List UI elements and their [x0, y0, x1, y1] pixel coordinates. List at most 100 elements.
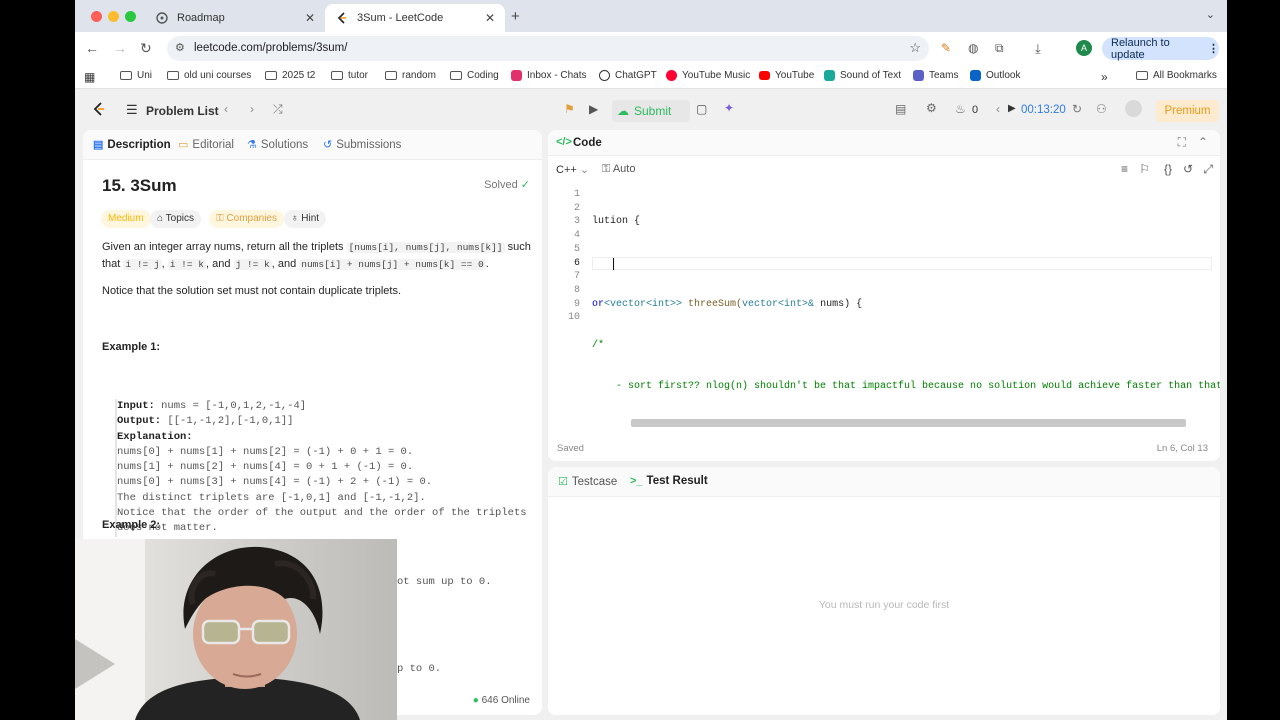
bookmark-coding[interactable]: Coding	[450, 70, 499, 81]
chevron-down-icon[interactable]: ⌄	[1206, 8, 1215, 21]
example-input: Input: nums = [-1,0,1,2,-1,-4]	[117, 399, 542, 414]
companies-chip[interactable]: ⚿ Companies	[209, 210, 284, 228]
site-info-icon[interactable]: ⚙	[175, 41, 185, 54]
premium-button[interactable]: Premium	[1156, 100, 1219, 122]
tab-editorial[interactable]: ▭ Editorial	[178, 138, 234, 152]
address-bar[interactable]: ⚙ leetcode.com/problems/3sum/ ☆	[167, 36, 929, 61]
list-icon[interactable]: ☰	[126, 102, 138, 118]
tab-submissions[interactable]: ↺ Submissions	[323, 138, 401, 152]
run-icon[interactable]: ▶	[589, 102, 598, 116]
braces-icon[interactable]: {}	[1164, 162, 1172, 176]
bookmark-outlook[interactable]: Outlook	[970, 70, 1020, 81]
bookmark-sound-of-text[interactable]: Sound of Text	[824, 70, 901, 81]
close-window-button[interactable]	[91, 11, 102, 22]
new-tab-icon[interactable]: +	[511, 8, 520, 25]
companies-label: Companies	[226, 213, 277, 224]
bookmark-youtube[interactable]: YouTube	[759, 70, 814, 81]
solved-status: Solved ✓	[484, 178, 530, 191]
timer-prev-icon[interactable]: ‹	[996, 102, 1000, 116]
previous-problem-icon[interactable]: ‹	[224, 102, 228, 116]
layout-icon[interactable]: ▤	[895, 102, 906, 116]
tab-testcase[interactable]: ☑ Testcase	[558, 475, 617, 489]
line-number: 1	[573, 189, 580, 200]
extension-badge-icon[interactable]: ◍	[968, 41, 978, 55]
example-1-heading: Example 1:	[102, 341, 161, 353]
line-number: 8	[573, 284, 580, 296]
difficulty-badge[interactable]: Medium	[101, 210, 151, 228]
reload-icon[interactable]: ↻	[140, 40, 152, 57]
bookmark-teams[interactable]: Teams	[913, 70, 958, 81]
folder-icon	[385, 71, 397, 80]
format-icon[interactable]: ≡	[1121, 162, 1128, 176]
webcam-overlay	[75, 539, 397, 720]
apps-grid-icon[interactable]: ▦	[84, 70, 95, 84]
text-caret	[613, 258, 614, 270]
bookmark-random[interactable]: random	[385, 70, 436, 81]
pen-extension-icon[interactable]: ✎	[941, 41, 951, 55]
bookmarks-overflow-icon[interactable]: »	[1101, 70, 1108, 84]
bookmark-inbox[interactable]: Inbox - Chats	[511, 70, 586, 81]
settings-gear-icon[interactable]: ⚙	[926, 101, 937, 115]
ai-sparkle-icon[interactable]: ✦	[724, 101, 734, 115]
timer[interactable]: 00:13:20	[1021, 104, 1066, 116]
tab-description[interactable]: ▤ Description	[93, 138, 171, 152]
bookmark-icon[interactable]: ⚐	[1139, 162, 1150, 176]
forward-arrow-icon[interactable]: →	[113, 40, 127, 56]
tab-solutions[interactable]: ⚗ Solutions	[247, 138, 308, 152]
duplicate-note: Notice that the solution set must not co…	[102, 285, 401, 297]
sound-of-text-icon	[824, 70, 835, 81]
bookmark-2025-t2[interactable]: 2025 t2	[265, 70, 315, 81]
folder-icon	[331, 71, 343, 80]
reset-icon[interactable]: ↺	[1183, 162, 1193, 176]
add-friend-icon[interactable]: ⚇	[1096, 102, 1107, 116]
leetcode-logo-icon[interactable]	[92, 101, 106, 120]
submit-button[interactable]: ☁ Submit	[612, 100, 690, 122]
puzzle-extensions-icon[interactable]: ⧉	[995, 41, 1004, 56]
bookmark-old-uni-courses[interactable]: old uni courses	[167, 70, 251, 81]
timer-reset-icon[interactable]: ↻	[1072, 102, 1082, 116]
online-dot-icon: ●	[472, 695, 479, 706]
bookmark-uni[interactable]: Uni	[120, 70, 152, 81]
close-tab-icon[interactable]: ✕	[485, 11, 495, 25]
timer-play-icon[interactable]: ▶	[1008, 103, 1016, 114]
next-problem-icon[interactable]: ›	[250, 102, 254, 116]
autocomplete-toggle[interactable]: ⚿ Auto	[602, 163, 635, 176]
browser-tab-roadmap[interactable]: Roadmap ✕	[145, 4, 325, 32]
download-icon[interactable]: ⤓	[1035, 41, 1041, 57]
language-select[interactable]: C++ ⌄	[556, 163, 589, 176]
code-line: or<vector<int>> threeSum(vector<int>& nu…	[592, 298, 1220, 312]
bookmark-label: 2025 t2	[282, 70, 316, 81]
all-bookmarks[interactable]: All Bookmarks	[1136, 70, 1217, 81]
hint-chip[interactable]: ♁ Hint	[284, 210, 327, 228]
collapse-up-icon[interactable]: ⌃	[1198, 135, 1208, 149]
output-value: [[-1,-1,2],[-1,0,1]]	[167, 415, 294, 428]
problem-list-link[interactable]: Problem List	[146, 104, 219, 118]
tab-test-result[interactable]: >_ Test Result	[630, 475, 708, 487]
debug-icon[interactable]: ⚑	[564, 102, 575, 116]
browser-tab-3sum[interactable]: 3Sum - LeetCode ✕	[325, 4, 505, 32]
bookmark-tutor[interactable]: tutor	[331, 70, 368, 81]
expand-icon[interactable]: ⤢	[1203, 162, 1213, 177]
maximize-icon[interactable]: ⛶	[1178, 135, 1186, 150]
code-text: <vector<int>>	[604, 298, 683, 310]
back-arrow-icon[interactable]: ←	[85, 40, 99, 56]
bookmark-chatgpt[interactable]: ChatGPT	[599, 70, 657, 81]
maximize-window-button[interactable]	[125, 11, 136, 22]
line-number: 6	[573, 257, 580, 269]
minimize-window-button[interactable]	[108, 11, 119, 22]
streak-flame-icon[interactable]: ♨	[955, 102, 966, 116]
topics-chip[interactable]: ⌂ Topics	[150, 210, 202, 228]
bookmark-youtube-music[interactable]: YouTube Music	[666, 70, 750, 81]
shuffle-icon[interactable]: ⤮	[273, 102, 283, 117]
folder-icon	[450, 71, 462, 80]
user-avatar[interactable]	[1125, 100, 1142, 117]
explanation-line: does not matter.	[117, 522, 218, 535]
profile-avatar[interactable]: A	[1076, 40, 1092, 56]
terminal-icon: >_	[630, 475, 643, 487]
bookmark-star-icon[interactable]: ☆	[909, 40, 921, 56]
close-tab-icon[interactable]: ✕	[305, 11, 315, 25]
notes-icon[interactable]: ▢	[696, 102, 707, 116]
relaunch-button[interactable]: Relaunch to update ⋮	[1102, 37, 1219, 61]
horizontal-scrollbar[interactable]	[631, 419, 1186, 427]
problem-title: 15. 3Sum	[102, 176, 177, 195]
